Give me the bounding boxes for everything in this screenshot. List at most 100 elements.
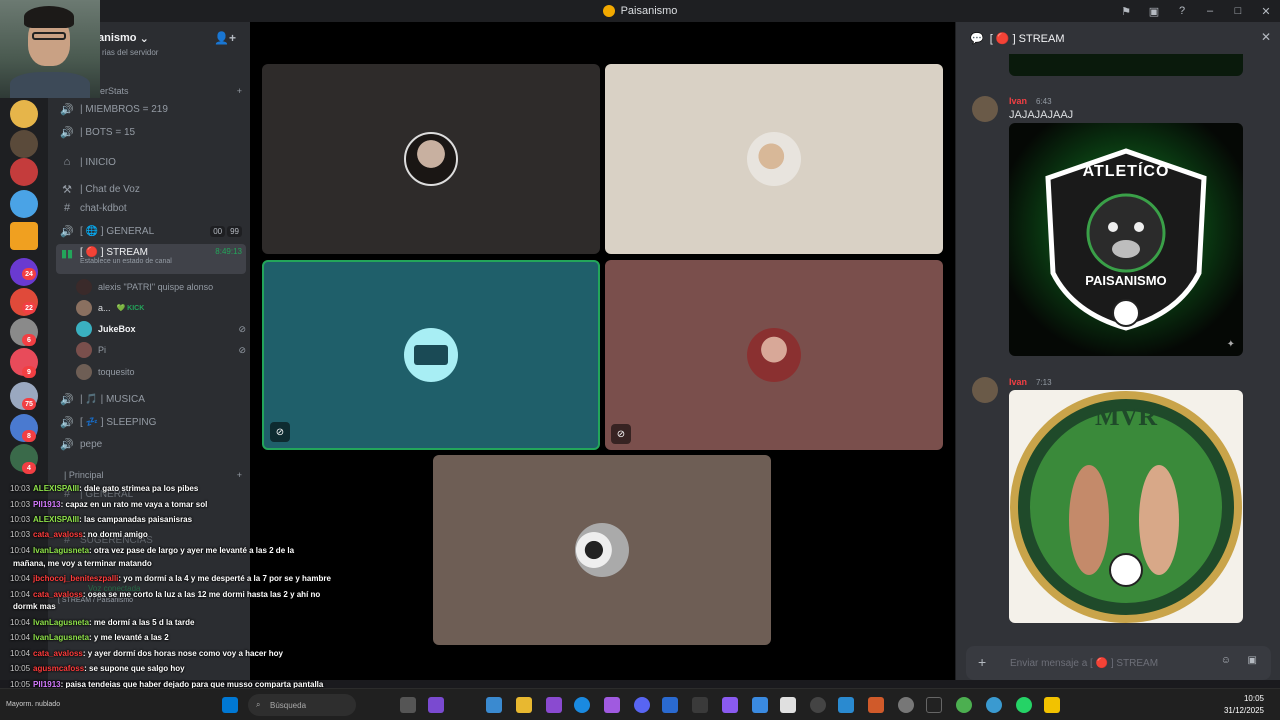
server-icon[interactable] [10, 190, 38, 218]
category-chat-de-voz[interactable]: ⚒ | Chat de Voz [56, 179, 246, 199]
app-icon[interactable] [810, 697, 826, 713]
streamer-webcam [0, 0, 100, 98]
flag-icon[interactable]: ⚑ [1112, 0, 1140, 22]
overlay-chat-line: 10:03 PII1913: capaz en un rato me vaya a… [10, 500, 207, 509]
copilot-icon[interactable] [428, 697, 444, 713]
channel-chat-kdbot[interactable]: # chat-kdbot [56, 198, 246, 218]
pen-app-icon[interactable] [546, 697, 562, 713]
server-icon[interactable] [10, 130, 38, 158]
start-icon[interactable] [222, 697, 238, 713]
task-view-icon[interactable] [400, 697, 416, 713]
fries-server-icon[interactable] [10, 222, 38, 250]
notepad-icon[interactable] [780, 697, 796, 713]
user-avatar[interactable] [972, 377, 998, 403]
app-icon[interactable] [986, 697, 1002, 713]
voice-member[interactable]: alexis "PATRI" quispe alonso [76, 277, 213, 297]
file-explorer-icon[interactable] [516, 697, 532, 713]
stream-chat-overlay: 10:03 ALEXISPAIII: dale gato strimea pa l… [4, 480, 334, 720]
app-icon[interactable] [692, 697, 708, 713]
mic-muted-icon: ⊘ [238, 344, 246, 355]
voice-member[interactable]: toquesito [76, 362, 135, 382]
unread-badge: 75 [22, 398, 36, 410]
app-icon[interactable] [752, 697, 768, 713]
minimize-button[interactable]: – [1196, 0, 1224, 22]
mic-muted-icon: ⊘ [611, 424, 631, 444]
app-icon[interactable] [838, 697, 854, 713]
app-icon[interactable] [662, 697, 678, 713]
mvr-image[interactable]: MVR [1009, 390, 1243, 623]
participant-tile[interactable] [605, 64, 943, 254]
app-icon[interactable] [722, 697, 738, 713]
server-logo-icon [602, 5, 615, 17]
channel-stream[interactable]: ▮▮ [ 🔴 ] STREAM 8:49:13 Establece un est… [56, 244, 246, 274]
overlay-chat-line: 10:04 IvanLagusneta: otra vez pase de lar… [10, 546, 294, 555]
emoji-icon[interactable]: ☺ [1221, 655, 1231, 666]
message-author[interactable]: Ivan [1009, 377, 1027, 387]
winrar-icon[interactable] [868, 697, 884, 713]
server-icon[interactable] [10, 158, 38, 186]
window-title: Paisanismo [602, 5, 678, 17]
add-attachment-icon[interactable]: + [978, 654, 986, 670]
participant-tile[interactable] [433, 455, 771, 645]
participant-tile[interactable] [262, 64, 600, 254]
chrome-icon[interactable] [956, 697, 972, 713]
speaker-icon: 🔊 [60, 225, 74, 238]
overlay-timestamp: 10:05 [10, 664, 31, 673]
vpn-icon[interactable] [604, 697, 620, 713]
settings-icon[interactable] [898, 697, 914, 713]
voice-member[interactable]: a... 💚 KICK [76, 298, 144, 318]
overlay-timestamp: 10:03 [10, 484, 31, 493]
add-user-icon[interactable]: 👤+ [214, 31, 236, 45]
overlay-chat-line: 10:03 ALEXISPAIII: dale gato strimea pa l… [10, 484, 198, 493]
channel-miembros[interactable]: 🔊 | MIEMBROS = 219 [56, 99, 246, 119]
message-composer[interactable]: + Enviar mensaje a [ 🔴 ] STREAM ☺ ▣ [966, 646, 1271, 680]
maximize-button[interactable]: □ [1224, 0, 1252, 22]
overlay-username: ALEXISPAIII [33, 484, 80, 493]
channel-musica[interactable]: 🔊 | 🎵 | MUSICA [56, 389, 246, 409]
voice-member[interactable]: Pi ⊘ [76, 340, 246, 360]
chat-bubble-icon: 💬 [970, 32, 984, 45]
unread-badge: 4 [22, 462, 36, 474]
participant-tile[interactable]: ⊘ [605, 260, 943, 450]
channel-pepe[interactable]: 🔊 pepe [56, 434, 246, 454]
overlay-timestamp: 10:04 [10, 590, 31, 599]
screen-share-icon[interactable]: ▣ [1140, 0, 1168, 22]
edge-icon[interactable] [574, 697, 590, 713]
close-button[interactable]: ✕ [1252, 0, 1280, 22]
overlay-timestamp: 10:03 [10, 500, 31, 509]
search-box[interactable]: ⌕ Búsqueda [248, 694, 356, 716]
help-icon[interactable]: ? [1168, 0, 1196, 22]
previous-image-card[interactable] [1009, 54, 1243, 76]
clock-time: 10:05 [1243, 694, 1264, 703]
user-limit-badge: 99 [227, 225, 242, 237]
terminal-icon[interactable] [926, 697, 942, 713]
server-icon[interactable] [10, 100, 38, 128]
whatsapp-icon[interactable] [1016, 697, 1032, 713]
overlay-username: PII1913 [33, 500, 61, 509]
channel-inicio[interactable]: ⌂ | INICIO [56, 152, 246, 172]
overlay-message: : yo m dormí a la 4 y me desperté a la 7… [118, 574, 331, 583]
close-chat-icon[interactable]: ✕ [1261, 30, 1271, 44]
gallery-icon[interactable]: ▣ [1248, 655, 1257, 666]
app-icon[interactable] [1044, 697, 1060, 713]
sparkle-icon[interactable]: ✦ [1227, 339, 1235, 350]
message-author[interactable]: Ivan [1009, 96, 1027, 106]
channel-bots[interactable]: 🔊 | BOTS = 15 [56, 122, 246, 142]
discord-icon[interactable] [634, 697, 650, 713]
overlay-message: : se supone que salgo hoy [84, 664, 185, 673]
channel-sleeping[interactable]: 🔊[ 💤 ] SLEEPING [56, 412, 246, 432]
camera-off-icon: ⊘ [238, 323, 246, 334]
hash-icon: # [63, 202, 71, 214]
message-time: 7:13 [1036, 378, 1052, 387]
overlay-username: jbchocoj_beniteszpalli [33, 574, 119, 583]
channel-general[interactable]: 🔊[ 🌐 ] GENERAL 00 99 [56, 221, 246, 241]
store-icon[interactable] [486, 697, 502, 713]
user-avatar[interactable] [972, 96, 998, 122]
window-title-text: Paisanismo [620, 5, 678, 17]
participant-tile-speaking[interactable]: ⊘ [262, 260, 600, 450]
category-principal[interactable]: | Principal + [60, 470, 242, 480]
system-clock[interactable]: 10:05 31/12/2025 [1224, 693, 1264, 717]
atletico-paisanismo-image[interactable]: ATLETÍCO PAISANISMO ✦ [1009, 123, 1243, 356]
voice-member[interactable]: JukeBox ⊘ [76, 319, 246, 339]
camera-off-icon: ⊘ [270, 422, 290, 442]
